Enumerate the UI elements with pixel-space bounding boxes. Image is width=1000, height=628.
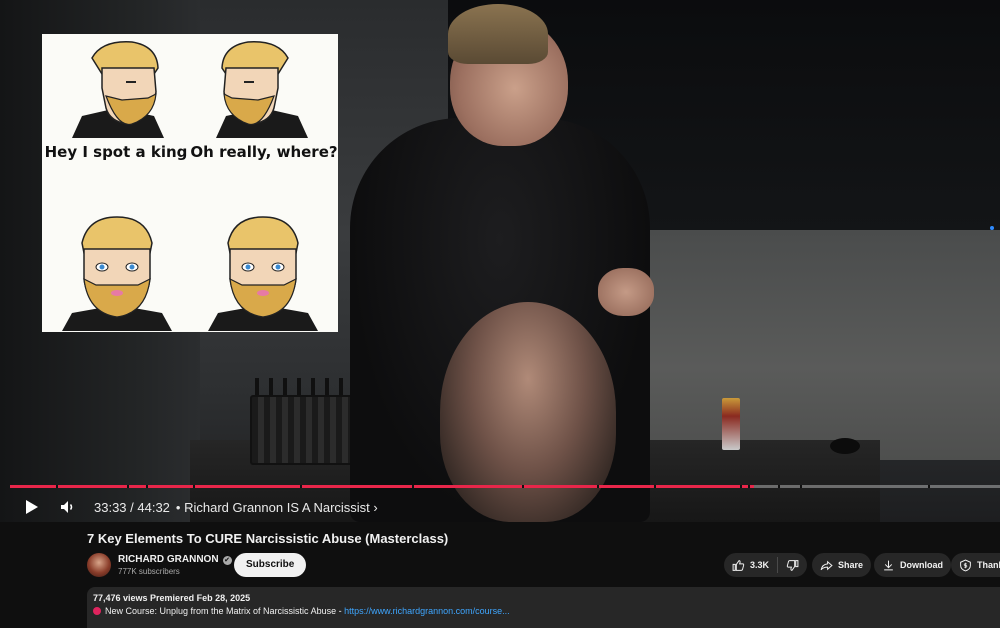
- chapter-marker: [800, 485, 802, 488]
- chapter-marker: [146, 485, 148, 488]
- like-dislike-group: 3.3K: [724, 553, 808, 577]
- download-icon: [884, 560, 893, 570]
- chad-front-face-icon: [208, 216, 318, 331]
- red-circle-icon: [93, 607, 101, 615]
- progress-bar[interactable]: [10, 485, 1000, 488]
- chapter-title: Richard Grannon IS A Narcissist: [184, 499, 370, 515]
- progress-bar-played: [10, 485, 755, 488]
- chapter-marker: [412, 485, 414, 488]
- share-button[interactable]: Share: [812, 553, 872, 577]
- chapter-marker: [300, 485, 302, 488]
- play-button[interactable]: [14, 494, 50, 520]
- channel-name: RICHARD GRANNON: [118, 554, 219, 565]
- volume-icon: [61, 501, 73, 513]
- chapter-marker: [522, 485, 524, 488]
- share-label: Share: [838, 560, 864, 570]
- description-line: New Course: Unplug from the Matrix of Na…: [93, 606, 510, 616]
- chapter-marker: [740, 485, 742, 488]
- dislike-button[interactable]: [778, 553, 807, 577]
- chapter-marker: [928, 485, 930, 488]
- meme-panel-bottom-right: [190, 183, 338, 332]
- meme-caption-top-right: Oh really, where?: [190, 143, 338, 161]
- chapter-marker: [654, 485, 656, 488]
- channel-avatar[interactable]: [87, 553, 111, 577]
- chad-face-icon: [216, 41, 308, 138]
- chapter-marker: [778, 485, 780, 488]
- meme-overlay: Hey I spot a king Oh really, where?: [42, 34, 338, 332]
- subscriber-count: 777K subscribers: [118, 567, 180, 576]
- thumbs-down-icon: [786, 559, 799, 571]
- verified-badge-icon: ✔: [222, 556, 232, 565]
- meme-caption-top-left: Hey I spot a king: [44, 143, 188, 161]
- chapter-marker: [127, 485, 129, 488]
- chapter-marker: [56, 485, 58, 488]
- like-button[interactable]: 3.3K: [724, 553, 777, 577]
- chapter-marker: [748, 485, 750, 488]
- chevron-right-icon: ›: [373, 499, 378, 515]
- chapter-marker: [193, 485, 195, 488]
- video-frame-presenter-hand: [598, 268, 654, 316]
- video-player[interactable]: Hey I spot a king Oh really, where? 33:3…: [0, 0, 1000, 522]
- course-link[interactable]: https://www.richardgrannon.com/course...: [344, 606, 510, 616]
- volume-button[interactable]: [50, 494, 86, 520]
- time-display: 33:33 / 44:32: [94, 499, 170, 515]
- chad-face-icon: [72, 41, 164, 138]
- thumbs-up-icon: [732, 559, 745, 571]
- meme-panel-top-left: Hey I spot a king: [42, 34, 190, 183]
- download-button[interactable]: Download: [874, 553, 951, 577]
- course-text: New Course: Unplug from the Matrix of Na…: [105, 606, 342, 616]
- meme-panel-top-right: Oh really, where?: [190, 34, 338, 183]
- chapter-separator: •: [175, 499, 181, 515]
- video-frame-mouse: [830, 438, 860, 454]
- share-arrow-icon: [820, 560, 833, 570]
- video-frame-audience-member: [440, 302, 616, 522]
- channel-row: RICHARD GRANNON ✔ 777K subscribers Subscr…: [87, 551, 1000, 579]
- chad-front-face-icon: [62, 216, 172, 331]
- description-box[interactable]: 77,476 views Premiered Feb 28, 2025 New …: [87, 587, 1000, 628]
- thanks-label: Thanks: [977, 560, 1000, 570]
- player-controls: 33:33 / 44:32 • Richard Grannon IS A Nar…: [0, 494, 1000, 520]
- chapter-title-button[interactable]: • Richard Grannon IS A Narcissist ›: [176, 500, 378, 515]
- subscribe-button[interactable]: Subscribe: [234, 553, 307, 577]
- channel-name-link[interactable]: RICHARD GRANNON ✔: [118, 554, 232, 565]
- thanks-dollar-icon: [960, 559, 971, 571]
- chapter-marker: [597, 485, 599, 488]
- video-frame-presenter-hair: [448, 4, 548, 64]
- view-count-and-date: 77,476 views Premiered Feb 28, 2025: [93, 593, 251, 603]
- like-count: 3.3K: [750, 560, 770, 570]
- download-label: Download: [900, 560, 943, 570]
- play-icon: [26, 500, 38, 514]
- meme-panel-bottom-left: [42, 183, 190, 332]
- video-frame-drink-can: [722, 398, 740, 450]
- thanks-button[interactable]: Thanks: [951, 553, 1000, 577]
- video-title: 7 Key Elements To CURE Narcissistic Abus…: [87, 531, 449, 546]
